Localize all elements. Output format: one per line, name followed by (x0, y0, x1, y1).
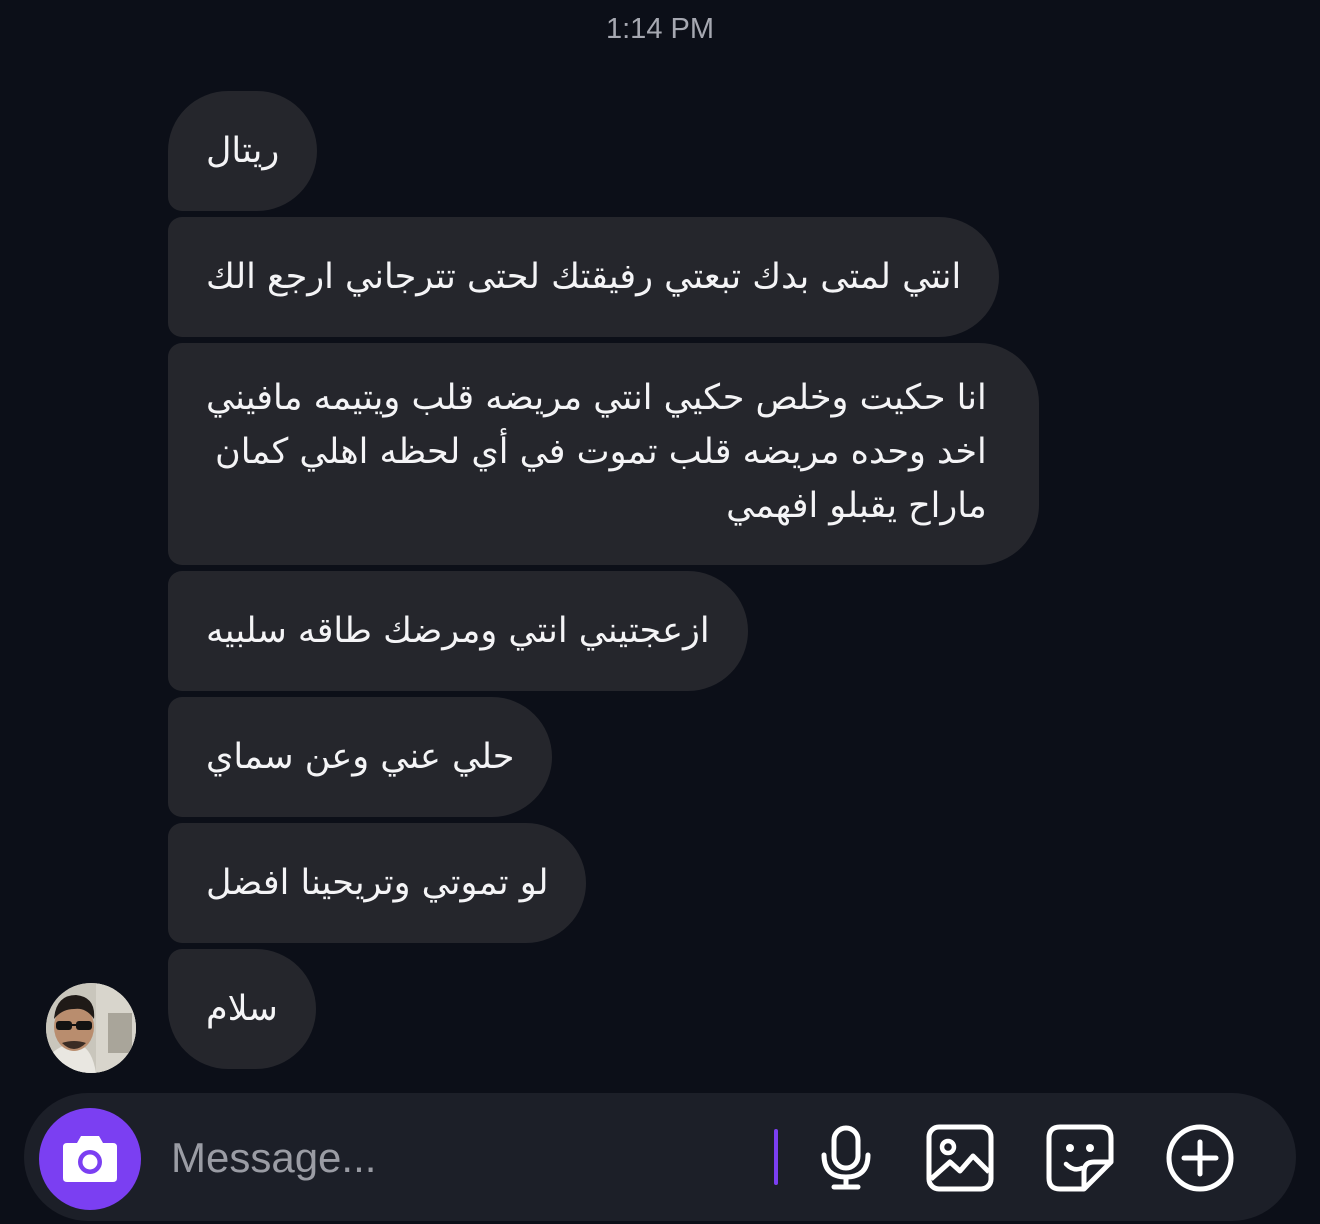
dm-thread-screen: 1:14 PM ريتال انتي لمتى بدك تبعتي رفيقتك… (0, 0, 1320, 1224)
plus-circle-icon (1166, 1124, 1234, 1192)
sender-avatar[interactable] (46, 983, 136, 1073)
camera-icon (63, 1136, 117, 1182)
avatar-photo (46, 983, 136, 1073)
message-text: لو تموتي وتريحينا افضل (206, 863, 549, 903)
message-bubble[interactable]: حلي عني وعن سماي (168, 697, 553, 817)
message-composer (24, 1093, 1296, 1221)
message-timestamp: 1:14 PM (606, 13, 714, 45)
message-input[interactable] (169, 1126, 753, 1190)
message-bubble[interactable]: ريتال (168, 91, 318, 211)
microphone-icon (821, 1125, 871, 1190)
message-text-line: ماراح يقبلو افهمي (726, 486, 987, 526)
gallery-button[interactable] (924, 1122, 996, 1194)
sticker-icon (1046, 1124, 1114, 1192)
sticker-button[interactable] (1044, 1122, 1116, 1194)
message-text-line: انا حكيت وخلص حكيي انتي مريضه قلب ويتيمه… (206, 378, 987, 418)
more-options-button[interactable] (1164, 1122, 1236, 1194)
camera-button[interactable] (39, 1108, 141, 1210)
message-text: حلي عني وعن سماي (206, 737, 515, 777)
message-bubble[interactable]: انا حكيت وخلص حكيي انتي مريضه قلب ويتيمه… (168, 343, 1039, 565)
message-text: سلام (206, 989, 278, 1029)
message-thread: ريتال انتي لمتى بدك تبعتي رفيقتك لحتى تت… (168, 91, 1168, 1075)
message-text: انتي لمتى بدك تبعتي رفيقتك لحتى تترجاني … (206, 257, 962, 297)
message-bubble[interactable]: انتي لمتى بدك تبعتي رفيقتك لحتى تترجاني … (168, 217, 1000, 337)
message-bubble[interactable]: لو تموتي وتريحينا افضل (168, 823, 587, 943)
message-text-line: اخد وحده مريضه قلب تموت في أي لحظه اهلي … (215, 432, 987, 472)
message-text: ريتال (206, 131, 280, 171)
microphone-button[interactable] (810, 1122, 882, 1194)
gallery-icon (926, 1124, 994, 1192)
message-text: ازعجتيني انتي ومرضك طاقه سلبيه (206, 611, 710, 651)
text-cursor (774, 1129, 778, 1185)
message-bubble[interactable]: سلام (168, 949, 316, 1069)
message-bubble[interactable]: ازعجتيني انتي ومرضك طاقه سلبيه (168, 571, 748, 691)
